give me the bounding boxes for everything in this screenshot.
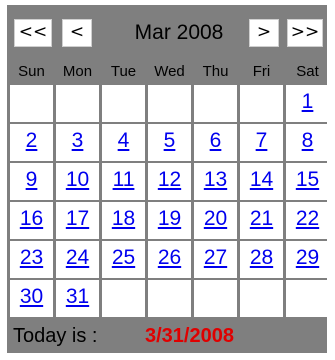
today-date: 3/31/2008 [145,325,234,347]
day-cell[interactable]: 4 [102,124,145,161]
day-link-15[interactable]: 15 [296,165,319,195]
day-cell[interactable]: 8 [286,124,329,161]
empty-day-cell [102,280,145,317]
day-link-2[interactable]: 2 [26,126,38,156]
day-cell[interactable]: 20 [194,202,237,239]
month-year-title: Mar 2008 [134,21,224,44]
day-link-22[interactable]: 22 [296,204,319,234]
day-cell[interactable]: 5 [148,124,191,161]
empty-day-cell [194,280,237,317]
day-link-5[interactable]: 5 [164,126,176,156]
empty-day-cell [194,85,237,122]
day-link-23[interactable]: 23 [20,243,43,273]
day-cell[interactable]: 14 [240,163,283,200]
weekday-sun: Sun [18,63,45,80]
day-link-9[interactable]: 9 [26,165,38,195]
day-link-13[interactable]: 13 [204,165,227,195]
day-link-3[interactable]: 3 [72,126,84,156]
weekday-fri: Fri [252,63,271,80]
day-link-29[interactable]: 29 [296,243,319,273]
day-cell[interactable]: 11 [102,163,145,200]
day-cell[interactable]: 22 [286,202,329,239]
day-link-4[interactable]: 4 [118,126,130,156]
weekday-tue: Tue [110,63,137,80]
day-link-30[interactable]: 30 [20,282,43,312]
empty-day-cell [102,85,145,122]
calendar-footer: Today is : 3/31/2008 [7,319,327,353]
day-cell[interactable]: 21 [240,202,283,239]
day-link-21[interactable]: 21 [250,204,273,234]
day-cell[interactable]: 3 [56,124,99,161]
day-link-18[interactable]: 18 [112,204,135,234]
day-cell[interactable]: 15 [286,163,329,200]
weekday-thu: Thu [202,63,229,80]
weekday-sat: Sat [296,63,319,80]
day-cell[interactable]: 17 [56,202,99,239]
day-link-17[interactable]: 17 [66,204,89,234]
empty-day-cell [148,280,191,317]
day-cell[interactable]: 2 [10,124,53,161]
day-link-20[interactable]: 20 [204,204,227,234]
day-cell[interactable]: 7 [240,124,283,161]
prev-month-button[interactable]: < [62,19,92,47]
prev-year-button[interactable]: << [14,19,52,47]
day-link-28[interactable]: 28 [250,243,273,273]
day-cell[interactable]: 25 [102,241,145,278]
weekday-wed: Wed [154,63,185,80]
day-link-31[interactable]: 31 [66,282,89,312]
day-link-19[interactable]: 19 [158,204,181,234]
day-link-16[interactable]: 16 [20,204,43,234]
day-link-24[interactable]: 24 [66,243,89,273]
day-cell[interactable]: 1 [286,85,329,122]
day-cell[interactable]: 10 [56,163,99,200]
day-cell[interactable]: 31 [56,280,99,317]
day-cell[interactable]: 27 [194,241,237,278]
day-cell[interactable]: 26 [148,241,191,278]
day-cell[interactable]: 19 [148,202,191,239]
day-cell[interactable]: 12 [148,163,191,200]
day-cell[interactable]: 28 [240,241,283,278]
weekday-header: Sun Mon Tue Wed Thu Fri Sat [7,59,327,85]
empty-day-cell [10,85,53,122]
calendar-nav: << < Mar 2008 > >> [7,5,327,55]
day-link-7[interactable]: 7 [256,126,268,156]
day-link-27[interactable]: 27 [204,243,227,273]
day-link-25[interactable]: 25 [112,243,135,273]
day-cell[interactable]: 13 [194,163,237,200]
empty-day-cell [56,85,99,122]
day-link-12[interactable]: 12 [158,165,181,195]
day-cell[interactable]: 30 [10,280,53,317]
empty-day-cell [240,85,283,122]
next-month-button[interactable]: > [249,19,279,47]
day-link-1[interactable]: 1 [302,87,314,117]
day-link-8[interactable]: 8 [302,126,314,156]
empty-day-cell [240,280,283,317]
empty-day-cell [148,85,191,122]
day-link-6[interactable]: 6 [210,126,222,156]
next-year-button[interactable]: >> [287,19,323,47]
day-link-14[interactable]: 14 [250,165,273,195]
day-link-10[interactable]: 10 [66,165,89,195]
day-cell[interactable]: 29 [286,241,329,278]
empty-day-cell [286,280,329,317]
day-cell[interactable]: 24 [56,241,99,278]
weekday-mon: Mon [62,63,93,80]
day-cell[interactable]: 18 [102,202,145,239]
day-link-26[interactable]: 26 [158,243,181,273]
day-link-11[interactable]: 11 [113,165,135,195]
day-cell[interactable]: 6 [194,124,237,161]
today-label: Today is : [13,325,98,347]
day-cell[interactable]: 23 [10,241,53,278]
calendar-widget: << < Mar 2008 > >> Sun Mon Tue Wed Thu Fri Sat… [7,5,329,353]
day-cell[interactable]: 16 [10,202,53,239]
day-cell[interactable]: 9 [10,163,53,200]
